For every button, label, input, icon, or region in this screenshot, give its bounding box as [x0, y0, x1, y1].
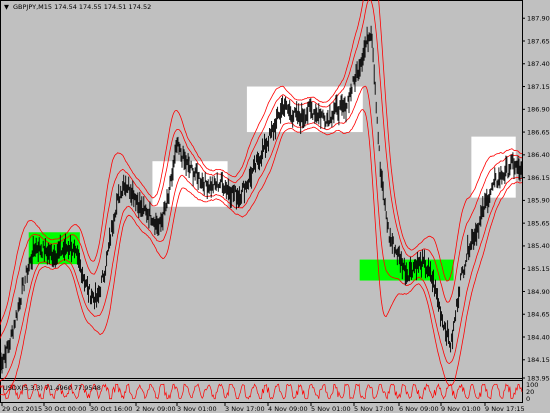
x-tick-label: 6 Nov 09:00 — [399, 405, 439, 413]
y-tick-label: 186.90 — [527, 106, 550, 114]
x-tick-label: 5 Nov 01:00 — [311, 405, 351, 413]
symbol-title: GBPJPY,M15 174.54 174.55 174.51 174.52 — [13, 3, 151, 11]
y-tick-label: 185.65 — [527, 219, 550, 227]
price-candles — [0, 25, 523, 374]
dropdown-arrow-icon[interactable]: ▼ — [4, 3, 9, 11]
y-tick-label: 184.40 — [527, 333, 550, 341]
y-tick-label: 186.40 — [527, 151, 550, 159]
chart-canvas[interactable]: 187.90 187.65 187.40 187.15 186.90 186.65 186.… — [0, 0, 550, 413]
y-tick-label: 185.90 — [527, 197, 550, 205]
x-tick-label: 29 Oct 2015 — [2, 405, 42, 413]
bands-layer — [0, 0, 523, 396]
indicator-scale-bot: 0 — [526, 395, 530, 403]
y-tick-label: 185.15 — [527, 265, 550, 273]
y-tick-label: 184.65 — [527, 311, 550, 319]
candles-layer — [0, 25, 523, 374]
y-tick-label: 187.65 — [527, 37, 550, 45]
x-tick-label: 9 Nov 01:00 — [441, 405, 481, 413]
y-tick-label: 187.15 — [527, 83, 550, 91]
y-tick-label: 187.90 — [527, 15, 550, 23]
time-axis: 29 Oct 2015 30 Oct 00:00 30 Oct 16:00 2 Nov… — [1, 403, 525, 413]
x-tick-label: 4 Nov 09:00 — [268, 405, 308, 413]
band-inner-upper — [0, 0, 523, 339]
y-tick-label: 184.15 — [527, 356, 550, 364]
x-tick-label: 3 Nov 01:00 — [177, 405, 217, 413]
y-tick-label: 184.90 — [527, 288, 550, 296]
x-tick-label: 9 Nov 17:15 — [485, 405, 525, 413]
x-tick-label: 30 Oct 16:00 — [90, 405, 132, 413]
chart-window[interactable]: 187.90 187.65 187.40 187.15 186.90 186.65 186.… — [0, 0, 550, 413]
y-tick-label: 185.40 — [527, 242, 550, 250]
price-axis: 187.90 187.65 187.40 187.15 186.90 186.65 186.… — [522, 15, 550, 382]
y-tick-label: 187.40 — [527, 60, 550, 68]
indicator-label: USDX(5,3,3) 71.4960 77.9548 — [3, 384, 101, 392]
y-tick-label: 186.65 — [527, 128, 550, 136]
x-tick-label: 2 Nov 09:00 — [136, 405, 176, 413]
y-tick-label: 186.15 — [527, 174, 550, 182]
x-tick-label: 5 Nov 17:00 — [354, 405, 394, 413]
x-tick-label: 30 Oct 00:00 — [44, 405, 86, 413]
x-tick-label: 3 Nov 17:00 — [225, 405, 265, 413]
